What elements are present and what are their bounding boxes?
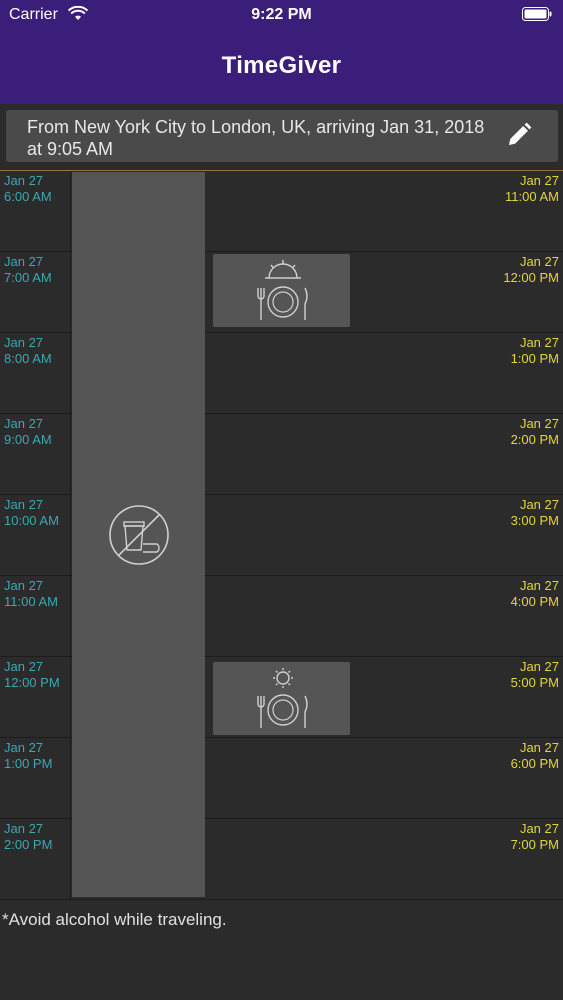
fasting-block[interactable] xyxy=(72,172,205,897)
app-title: TimeGiver xyxy=(221,52,342,79)
origin-time-label: Jan 27 6:00 AM xyxy=(4,173,52,204)
origin-time-label: Jan 27 12:00 PM xyxy=(4,659,60,690)
row-column-divider xyxy=(70,657,71,738)
travel-advice-note: *Avoid alcohol while traveling. xyxy=(2,910,227,929)
destination-time-label: Jan 27 3:00 PM xyxy=(510,497,559,528)
battery-icon xyxy=(522,7,552,21)
destination-time-label: Jan 27 1:00 PM xyxy=(510,335,559,366)
destination-time-label: Jan 27 5:00 PM xyxy=(510,659,559,690)
no-caffeine-icon xyxy=(109,505,169,565)
row-column-divider xyxy=(70,495,71,576)
breakfast-block[interactable] xyxy=(213,254,350,327)
origin-time-label: Jan 27 2:00 PM xyxy=(4,821,53,852)
origin-time-label: Jan 27 11:00 AM xyxy=(4,578,58,609)
destination-time-label: Jan 27 11:00 AM xyxy=(505,173,559,204)
row-column-divider xyxy=(70,819,71,900)
destination-time-label: Jan 27 6:00 PM xyxy=(510,740,559,771)
trip-summary-card[interactable]: From New York City to London, UK, arrivi… xyxy=(6,110,558,162)
row-column-divider xyxy=(70,738,71,819)
row-column-divider xyxy=(70,333,71,414)
pencil-icon[interactable] xyxy=(506,122,532,148)
row-divider xyxy=(0,899,563,900)
destination-time-label: Jan 27 2:00 PM xyxy=(510,416,559,447)
origin-time-label: Jan 27 1:00 PM xyxy=(4,740,53,771)
row-column-divider xyxy=(70,252,71,333)
row-column-divider xyxy=(70,576,71,657)
breakfast-icon xyxy=(257,260,308,320)
origin-time-label: Jan 27 9:00 AM xyxy=(4,416,52,447)
lunch-icon xyxy=(257,668,308,728)
origin-time-label: Jan 27 7:00 AM xyxy=(4,254,52,285)
status-bar: Carrier 9:22 PM xyxy=(0,0,563,30)
footer: *Avoid alcohol while traveling. xyxy=(0,906,563,1000)
app-header: Carrier 9:22 PM TimeGiver xyxy=(0,0,563,104)
destination-time-label: Jan 27 12:00 PM xyxy=(503,254,559,285)
trip-summary-text: From New York City to London, UK, arrivi… xyxy=(27,117,485,159)
lunch-block[interactable] xyxy=(213,662,350,735)
row-column-divider xyxy=(70,171,71,252)
status-time: 9:22 PM xyxy=(251,6,312,23)
origin-time-label: Jan 27 8:00 AM xyxy=(4,335,52,366)
origin-time-label: Jan 27 10:00 AM xyxy=(4,497,59,528)
row-column-divider xyxy=(70,414,71,495)
destination-time-label: Jan 27 4:00 PM xyxy=(510,578,559,609)
destination-time-label: Jan 27 7:00 PM xyxy=(510,821,559,852)
